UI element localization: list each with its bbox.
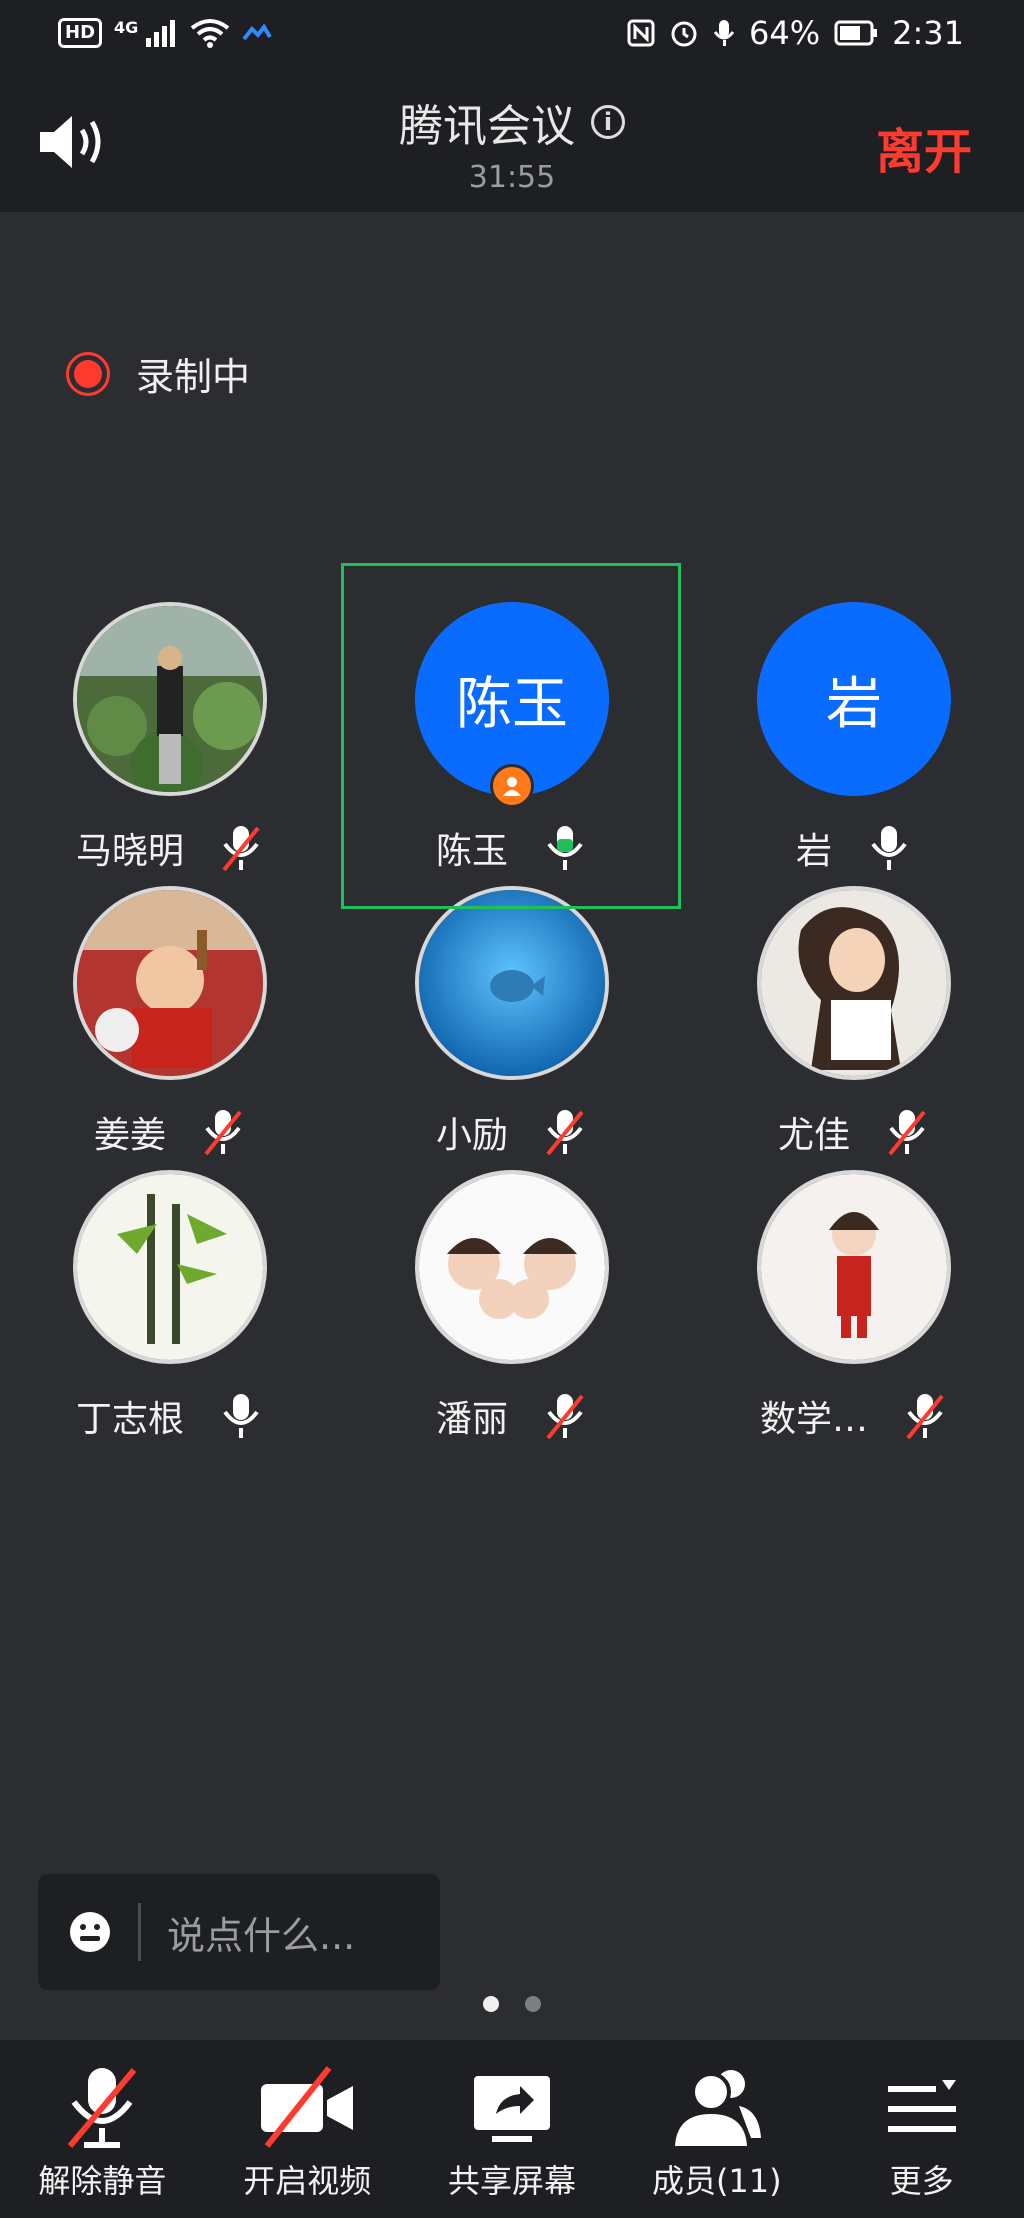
start-video-label: 开启视频: [243, 2162, 372, 2200]
record-icon: [66, 351, 110, 396]
avatar: [757, 886, 951, 1080]
unmute-label: 解除静音: [38, 2162, 167, 2200]
avatar: [73, 886, 267, 1080]
members-button[interactable]: 成员(11): [614, 2040, 819, 2218]
emoji-icon[interactable]: [68, 1910, 112, 1954]
avatar: [73, 1170, 267, 1364]
page-indicator: [0, 1996, 1024, 2012]
info-icon[interactable]: i: [591, 105, 625, 139]
share-screen-button[interactable]: 共享屏幕: [410, 2040, 615, 2218]
participant-name: 潘丽: [435, 1399, 508, 1440]
members-label: 成员(11): [651, 2162, 782, 2200]
nfc-icon: [627, 19, 655, 47]
avatar: [757, 1170, 951, 1364]
mic-muted-icon: [906, 1394, 944, 1440]
share-screen-icon: [473, 2076, 550, 2142]
avatar: [415, 1170, 609, 1364]
bottom-toolbar: 解除静音 开启视频 共享屏幕 成员(11) 更多: [0, 2040, 1024, 2218]
network-4g-icon: 4G: [114, 18, 139, 37]
hd-badge: HD: [58, 18, 103, 48]
more-menu-icon: [887, 2080, 956, 2132]
meeting-app-icon: [242, 23, 272, 41]
recording-label: 录制中: [136, 355, 251, 399]
mic-muted-icon: [546, 1394, 584, 1440]
participant-tile[interactable]: 数学…: [684, 1128, 1024, 1468]
members-icon: [674, 2070, 761, 2146]
avatar: [415, 886, 609, 1080]
video-off-icon: [261, 2066, 354, 2148]
unmute-button[interactable]: 解除静音: [0, 2040, 205, 2218]
start-video-button[interactable]: 开启视频: [205, 2040, 410, 2218]
meeting-title-text: 腾讯会议: [399, 101, 575, 152]
leave-button[interactable]: 离开: [876, 112, 972, 182]
meeting-title: 腾讯会议 i: [399, 90, 625, 154]
more-label: 更多: [889, 2162, 954, 2200]
chat-input[interactable]: 说点什么...: [38, 1874, 440, 1990]
meeting-timer: 31:55: [468, 160, 556, 195]
page-dot[interactable]: [525, 1996, 541, 2012]
recording-indicator: 录制中: [66, 346, 250, 401]
meeting-header: 腾讯会议 i 31:55 离开: [0, 72, 1024, 212]
avatar-initials: 岩: [757, 602, 951, 796]
participant-name: 丁志根: [75, 1399, 184, 1440]
alarm-icon: [671, 21, 697, 47]
signal-icon: [146, 20, 176, 47]
active-speaker-highlight: [341, 563, 681, 909]
clock: 2:31: [892, 14, 964, 52]
wifi-icon: [191, 19, 230, 48]
more-button[interactable]: 更多: [819, 2040, 1024, 2218]
participant-tile[interactable]: 潘丽: [342, 1128, 682, 1468]
mic-muted-icon: [68, 2068, 137, 2148]
chat-placeholder: 说点什么...: [167, 1913, 356, 1958]
participant-tile[interactable]: 丁志根: [0, 1128, 340, 1468]
battery-icon: [834, 20, 878, 46]
avatar: [73, 602, 267, 796]
participant-name: 数学…: [759, 1399, 868, 1440]
divider: [138, 1903, 141, 1961]
share-screen-label: 共享屏幕: [447, 2162, 576, 2200]
mic-icon: [223, 1394, 259, 1438]
status-bar: HD 4G 64% 2:31: [0, 0, 1024, 72]
microphone-status-icon: [713, 20, 735, 46]
page-dot-active[interactable]: [483, 1996, 499, 2012]
battery-percent: 64%: [749, 14, 821, 52]
